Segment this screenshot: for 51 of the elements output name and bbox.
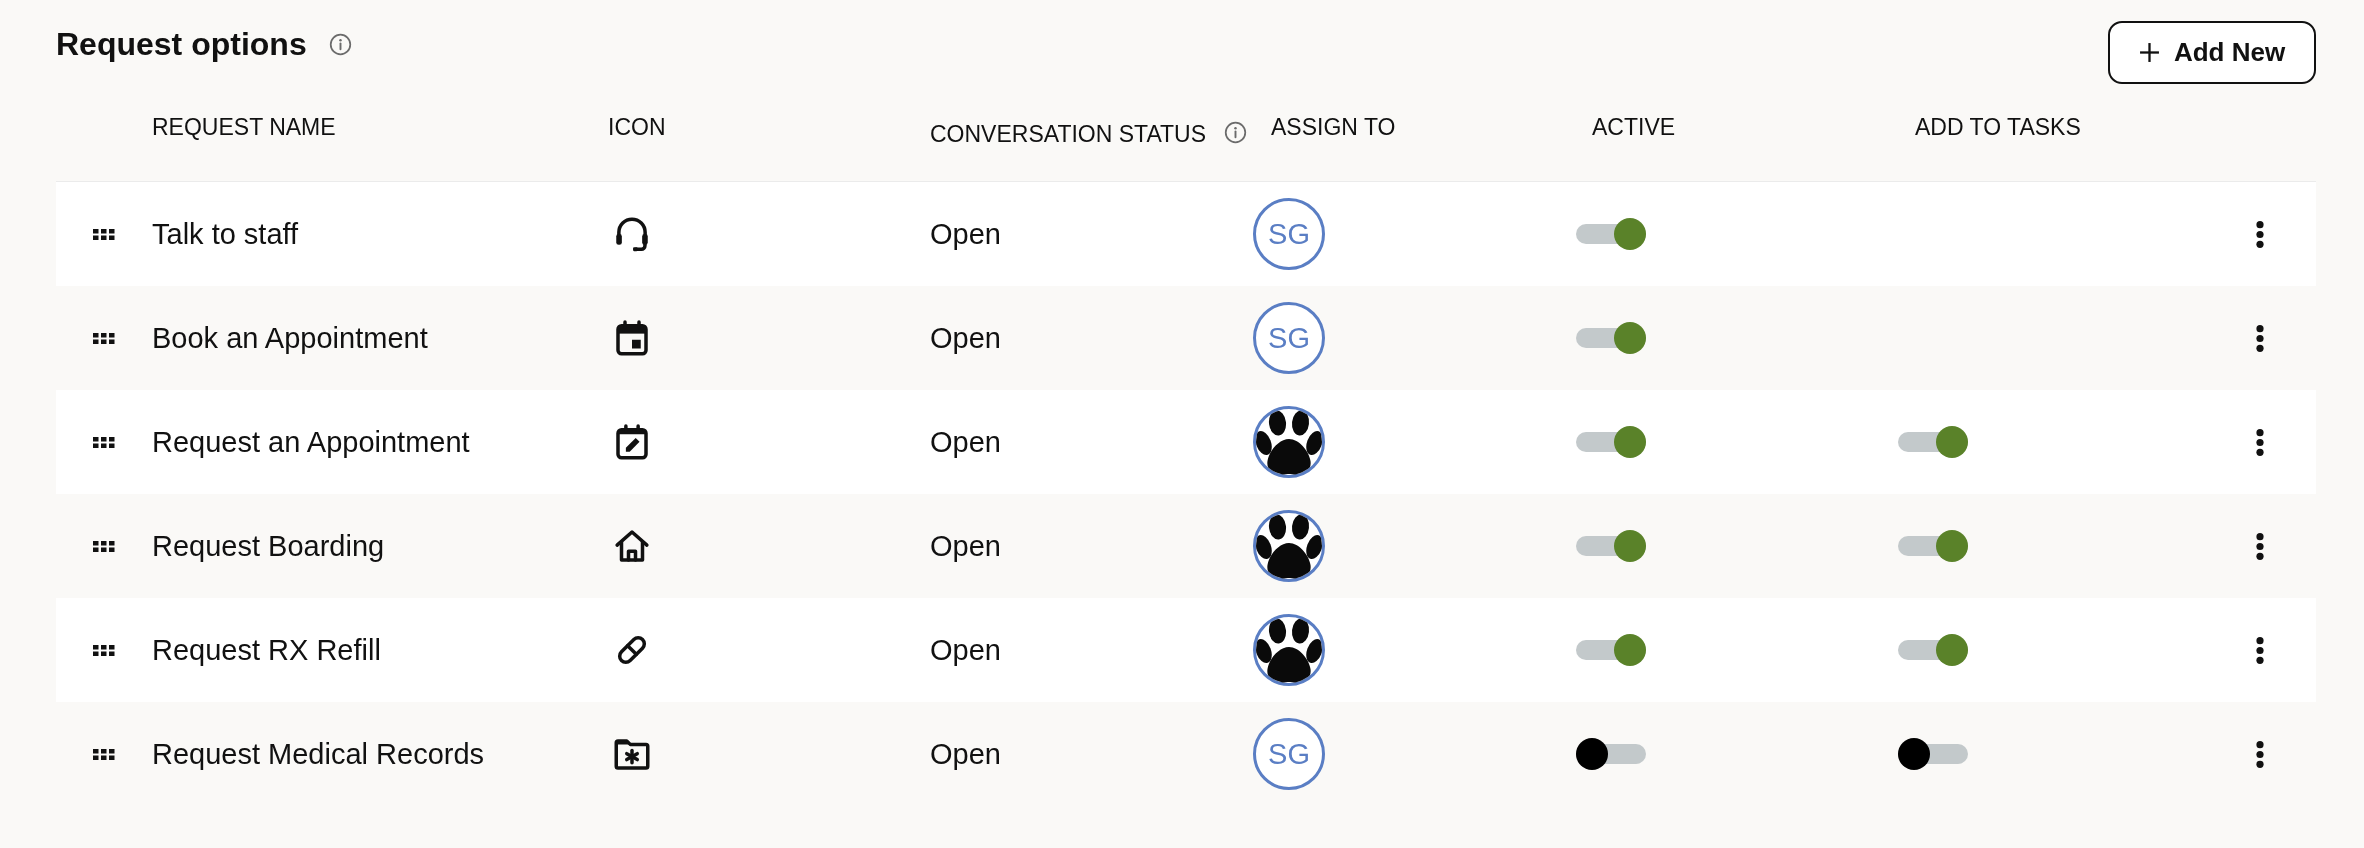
- request-name: Request Boarding: [152, 529, 385, 563]
- initials-avatar: SG: [1253, 198, 1325, 270]
- conversation-status: Open: [930, 633, 1001, 667]
- request-name: Book an Appointment: [152, 321, 428, 355]
- toggle-switch[interactable]: [1898, 530, 1968, 562]
- column-header: ACTIVE: [1592, 114, 1676, 140]
- column-header: ADD TO TASKS: [1915, 114, 2081, 140]
- plus-icon: [2138, 42, 2160, 63]
- paw-avatar-icon: [1253, 614, 1325, 686]
- column-header: CONVERSATION STATUS: [930, 121, 1207, 147]
- toggle-switch[interactable]: [1898, 738, 1968, 770]
- paw-avatar-icon: [1253, 406, 1325, 478]
- toggle-switch[interactable]: [1576, 426, 1646, 458]
- toggle-switch[interactable]: [1898, 426, 1968, 458]
- conversation-status: Open: [930, 217, 1001, 251]
- more-vertical-icon: [2256, 636, 2264, 664]
- drag-handle-icon[interactable]: [93, 228, 115, 240]
- conversation-status: Open: [930, 321, 1001, 355]
- conversation-status: Open: [930, 737, 1001, 771]
- more-vertical-icon: [2256, 324, 2264, 352]
- conversation-status: Open: [930, 425, 1001, 459]
- toggle-switch[interactable]: [1576, 218, 1646, 250]
- drag-handle-icon[interactable]: [93, 436, 115, 448]
- toggle-switch[interactable]: [1576, 738, 1646, 770]
- toggle-switch[interactable]: [1898, 634, 1968, 666]
- request-name: Talk to staff: [152, 217, 299, 251]
- add-new-button[interactable]: Add New: [2108, 21, 2316, 84]
- toggle-switch[interactable]: [1576, 530, 1646, 562]
- column-header: ASSIGN TO: [1271, 114, 1396, 140]
- column-header: ICON: [608, 114, 666, 140]
- toggle-switch[interactable]: [1576, 634, 1646, 666]
- drag-handle-icon[interactable]: [93, 644, 115, 656]
- more-vertical-icon: [2256, 220, 2264, 248]
- column-header: REQUEST NAME: [152, 114, 336, 140]
- initials-avatar: SG: [1253, 718, 1325, 790]
- paw-avatar-icon: [1253, 510, 1325, 582]
- more-vertical-icon: [2256, 532, 2264, 560]
- drag-handle-icon[interactable]: [93, 748, 115, 760]
- request-name: Request an Appointment: [152, 425, 470, 459]
- request-name: Request Medical Records: [152, 737, 485, 771]
- more-vertical-icon: [2256, 740, 2264, 768]
- more-vertical-icon: [2256, 428, 2264, 456]
- page-title: Request options: [56, 26, 307, 62]
- drag-handle-icon[interactable]: [93, 332, 115, 344]
- request-name: Request RX Refill: [152, 633, 381, 667]
- toggle-switch[interactable]: [1576, 322, 1646, 354]
- info-icon[interactable]: [328, 32, 352, 56]
- initials-avatar: SG: [1253, 302, 1325, 374]
- conversation-status: Open: [930, 529, 1001, 563]
- drag-handle-icon[interactable]: [93, 540, 115, 552]
- info-icon[interactable]: [1224, 121, 1248, 144]
